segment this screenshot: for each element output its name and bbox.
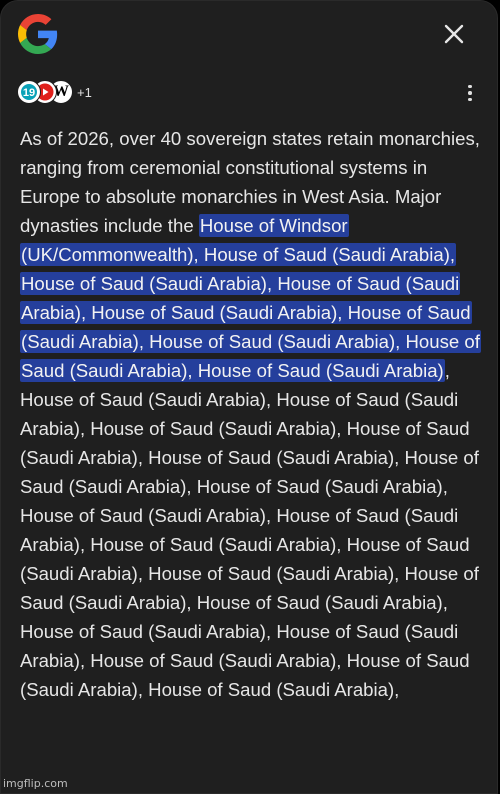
ai-answer-panel: 19 W +1 As of 2026, over 40 sovereign st… bbox=[0, 0, 498, 794]
highlighted-passage[interactable]: House of Windsor (UK/Commonwealth), Hous… bbox=[20, 214, 481, 382]
more-vertical-icon bbox=[468, 84, 472, 102]
imgflip-watermark: imgflip.com bbox=[3, 777, 68, 790]
close-icon bbox=[444, 24, 464, 44]
answer-text: As of 2026, over 40 sovereign states ret… bbox=[20, 124, 481, 704]
source-chips[interactable]: 19 W +1 bbox=[17, 80, 92, 104]
more-sources-count[interactable]: +1 bbox=[77, 85, 92, 100]
tv-channel-icon[interactable]: 19 bbox=[17, 80, 41, 104]
close-button[interactable] bbox=[439, 19, 469, 49]
more-options-button[interactable] bbox=[459, 81, 481, 105]
answer-continuation: , House of Saud (Saudi Arabia), House of… bbox=[20, 360, 479, 700]
svg-text:19: 19 bbox=[23, 87, 35, 99]
google-g-icon bbox=[18, 14, 58, 54]
